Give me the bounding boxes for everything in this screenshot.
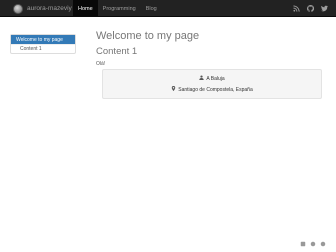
sidebar-item-welcome[interactable]: Welcome to my page xyxy=(11,35,75,44)
rss-icon[interactable] xyxy=(293,5,300,12)
profile-card: A Baluja Santiago de Compostela, España xyxy=(102,69,322,99)
location-text: Santiago de Compostela, España xyxy=(178,86,253,93)
footer-link-icon[interactable] xyxy=(320,241,326,247)
map-marker-icon xyxy=(171,86,176,93)
author-line: A Baluja xyxy=(103,75,321,82)
github-icon[interactable] xyxy=(307,5,314,12)
brand-name[interactable]: aurora-mazeviy xyxy=(27,5,72,12)
location-line: Santiago de Compostela, España xyxy=(103,86,321,93)
twitter-icon[interactable] xyxy=(321,5,328,12)
user-icon xyxy=(199,75,204,82)
social-links xyxy=(293,0,328,17)
sidebar-nav: Welcome to my page Content 1 xyxy=(10,34,76,54)
top-navbar: aurora-mazeviy Home Programming Blog xyxy=(0,0,336,17)
section-title: Content 1 xyxy=(96,46,138,57)
footer-link-icon[interactable] xyxy=(300,241,306,247)
brand[interactable]: aurora-mazeviy xyxy=(13,0,72,17)
main-nav: Home Programming Blog xyxy=(73,0,162,17)
nav-programming[interactable]: Programming xyxy=(98,0,141,17)
page-title: Welcome to my page xyxy=(96,30,200,42)
footer-icons xyxy=(300,241,326,247)
greeting-text: Olá! xyxy=(96,61,106,67)
footer-link-icon[interactable] xyxy=(310,241,316,247)
nav-home[interactable]: Home xyxy=(73,0,98,17)
nav-blog[interactable]: Blog xyxy=(141,0,162,17)
author-name: A Baluja xyxy=(206,75,225,82)
sidebar-item-content-1[interactable]: Content 1 xyxy=(11,44,75,53)
avatar xyxy=(13,3,23,14)
